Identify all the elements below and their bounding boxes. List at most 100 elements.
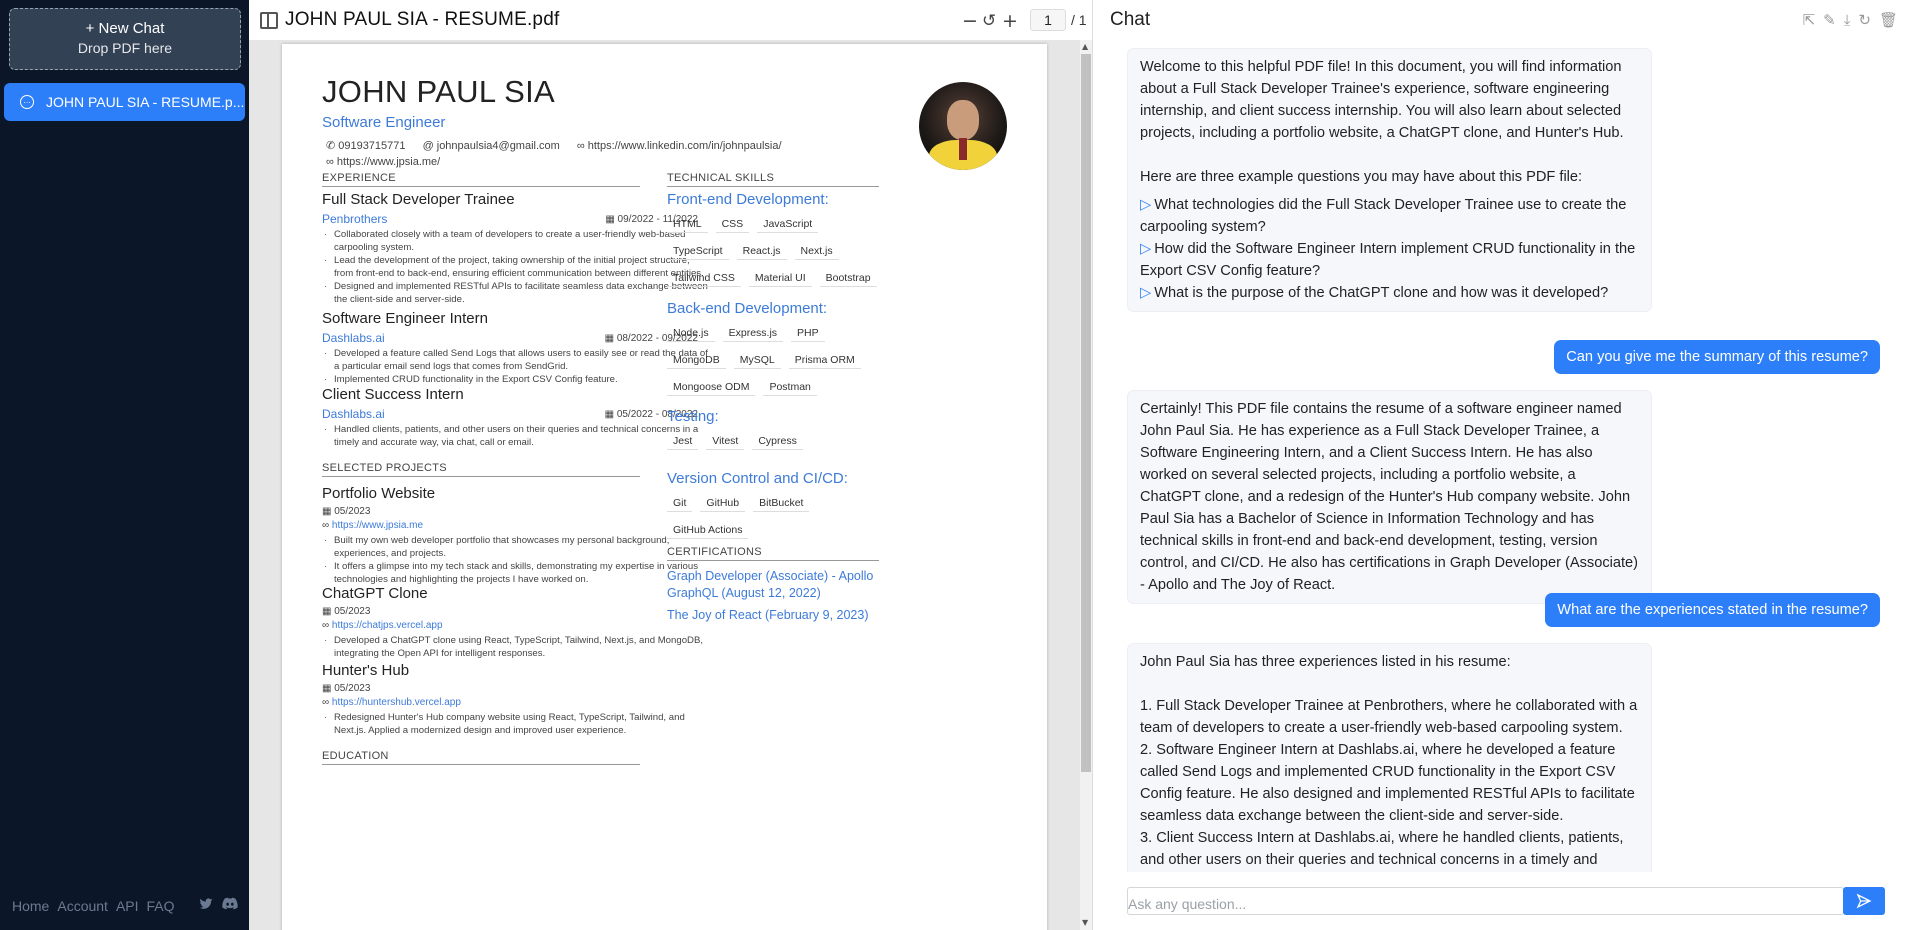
skill-tags: Git GitHub BitBucket GitHub Actions (667, 495, 879, 539)
skill-heading: Version Control and CI/CD: (667, 470, 848, 487)
scrollbar-thumb[interactable] (1081, 54, 1091, 772)
page-number-input[interactable]: 1 (1030, 9, 1066, 31)
resume-linkedin[interactable]: https://www.linkedin.com/in/johnpaulsia/ (588, 140, 782, 152)
skill-tag: Mongoose ODM (667, 379, 756, 396)
pdf-viewport[interactable]: JOHN PAUL SIA Software Engineer ✆ 0919371… (249, 40, 1080, 930)
twitter-icon[interactable] (199, 897, 213, 911)
skill-tag: TypeScript (667, 243, 729, 260)
bot-message: Certainly! This PDF file contains the re… (1127, 390, 1652, 604)
bot-message-text: Welcome to this helpful PDF file! In thi… (1140, 59, 1624, 141)
skill-tag: Next.js (794, 243, 839, 260)
skill-tag: Prisma ORM (788, 352, 861, 369)
panel-divider[interactable] (1092, 0, 1100, 930)
chat-bubble-icon: … (20, 95, 34, 109)
project-item: ChatGPT Clone ▦ 05/2023 ∞ https://chatjp… (322, 585, 710, 660)
skill-heading: Testing: (667, 408, 719, 425)
suggested-question[interactable]: ▷ What is the purpose of the ChatGPT clon… (1140, 282, 1639, 304)
link-icon: ∞ (322, 520, 332, 531)
zoom-in-icon[interactable]: + (1002, 10, 1018, 32)
suggested-question[interactable]: ▷ What technologies did the Full Stack De… (1140, 194, 1639, 238)
download-icon[interactable]: ⤓ (1844, 11, 1851, 29)
profile-photo (919, 82, 1007, 170)
new-chat-dropzone[interactable]: + New Chat Drop PDF here (9, 8, 241, 70)
project-bullet: Built my own web developer portfolio tha… (324, 534, 710, 560)
job-bullet: Handled clients, patients, and other use… (324, 423, 710, 449)
chat-input[interactable] (1127, 887, 1844, 915)
page-total: / 1 (1071, 12, 1087, 28)
skill-group: Front-end Development: HTML CSS JavaScri… (667, 191, 879, 287)
new-chat-label[interactable]: + New Chat (10, 20, 240, 37)
footer-link-faq[interactable]: FAQ (147, 898, 175, 914)
skill-tag: GitHub (700, 495, 746, 512)
edit-icon[interactable]: ✎ (1823, 11, 1836, 29)
skill-tag: HTML (667, 216, 708, 233)
job-bullet: Lead the development of the project, tak… (324, 254, 710, 280)
chat-list-item-label: JOHN PAUL SIA - RESUME.p... (46, 94, 245, 110)
sidebar-toggle-icon[interactable] (260, 12, 278, 29)
skill-group: Version Control and CI/CD: Git GitHub Bi… (667, 470, 879, 539)
skill-heading: Front-end Development: (667, 191, 829, 208)
bot-message: John Paul Sia has three experiences list… (1127, 643, 1652, 872)
sidebar-social-icons (199, 897, 238, 911)
footer-link-account[interactable]: Account (57, 898, 108, 914)
project-date: ▦ 05/2023 (322, 683, 371, 694)
link-icon: ∞ (322, 697, 332, 708)
project-bullet: Redesigned Hunter's Hub company website … (324, 711, 710, 737)
skill-tag: Jest (667, 433, 699, 450)
project-link[interactable]: ∞ https://chatjps.vercel.app (322, 620, 710, 631)
project-item: Portfolio Website ▦ 05/2023 ∞ https://ww… (322, 485, 710, 586)
skill-tag: Vitest (706, 433, 745, 450)
resume-name: JOHN PAUL SIA (322, 74, 556, 109)
suggested-question[interactable]: ▷ How did the Software Engineer Intern im… (1140, 238, 1639, 282)
scroll-down-icon[interactable]: ▼ (1082, 918, 1088, 927)
reset-zoom-icon[interactable]: ↺ (982, 11, 996, 31)
send-button[interactable] (1843, 887, 1885, 915)
send-arrow-icon: ▷ (1140, 197, 1152, 213)
job-bullet: Implemented CRUD functionality in the Ex… (324, 373, 710, 386)
trash-icon[interactable]: 🗑 (1879, 11, 1898, 29)
calendar-icon: ▦ (604, 409, 617, 420)
user-message: What are the experiences stated in the r… (1545, 593, 1880, 627)
resume-page: JOHN PAUL SIA Software Engineer ✆ 0919371… (282, 44, 1047, 930)
footer-link-home[interactable]: Home (12, 898, 49, 914)
project-bullets: Redesigned Hunter's Hub company website … (322, 711, 710, 737)
skill-tag: Tailwind CSS (667, 270, 741, 287)
project-title: Hunter's Hub (322, 662, 410, 679)
skill-tag: React.js (736, 243, 787, 260)
section-education: EDUCATION (322, 750, 640, 765)
skill-tag: GitHub Actions (667, 522, 749, 539)
chat-messages[interactable]: Welcome to this helpful PDF file! In thi… (1100, 40, 1906, 872)
send-icon (1856, 893, 1872, 909)
project-bullet: Developed a ChatGPT clone using React, T… (324, 634, 710, 660)
email-icon: @ (422, 140, 434, 152)
scroll-up-icon[interactable]: ▲ (1082, 42, 1088, 51)
send-arrow-icon: ▷ (1140, 285, 1152, 301)
refresh-icon[interactable]: ↻ (1858, 11, 1871, 29)
project-bullets: Built my own web developer portfolio tha… (322, 534, 710, 586)
skill-tag: Git (667, 495, 693, 512)
skill-tag: MySQL (733, 352, 781, 369)
chat-list-item-active[interactable]: … JOHN PAUL SIA - RESUME.p... (4, 83, 245, 121)
skill-tag: Postman (763, 379, 817, 396)
footer-link-api[interactable]: API (116, 898, 139, 914)
zoom-out-icon[interactable]: − (962, 10, 978, 32)
resume-website[interactable]: https://www.jpsia.me/ (337, 156, 440, 168)
discord-icon[interactable] (222, 897, 238, 911)
skill-tags: Jest Vitest Cypress (667, 433, 879, 450)
project-link[interactable]: ∞ https://www.jpsia.me (322, 520, 710, 531)
section-experience: EXPERIENCE (322, 172, 640, 187)
project-link[interactable]: ∞ https://huntershub.vercel.app (322, 697, 710, 708)
project-title: Portfolio Website (322, 485, 436, 502)
bot-message-text: Here are three example questions you may… (1140, 169, 1583, 185)
bot-message-item: 2. Software Engineer Intern at Dashlabs.… (1140, 742, 1635, 824)
skill-tag: Cypress (752, 433, 803, 450)
share-icon[interactable]: ⇱ (1803, 11, 1816, 29)
skill-tag: JavaScript (757, 216, 819, 233)
skill-tags: HTML CSS JavaScript TypeScript React.js … (667, 216, 879, 287)
pdf-scrollbar[interactable]: ▲ ▼ (1080, 40, 1092, 930)
experience-item: Software Engineer Intern Dashlabs.ai ▦ 0… (322, 310, 710, 386)
link-icon: ∞ (322, 620, 332, 631)
calendar-icon: ▦ (604, 333, 617, 344)
skill-tag: Express.js (722, 325, 784, 342)
job-bullet: Designed and implemented RESTful APIs to… (324, 280, 710, 306)
